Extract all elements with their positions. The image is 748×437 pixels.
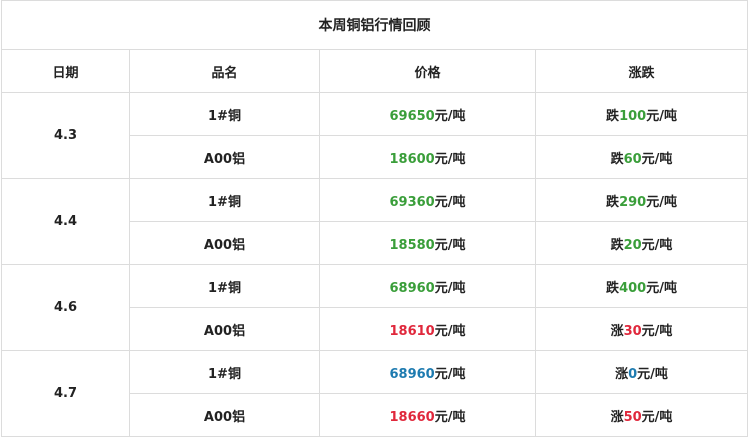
change-unit: 元/吨 [637, 366, 668, 382]
change-direction: 跌 [610, 151, 624, 167]
change-unit: 元/吨 [641, 237, 673, 253]
price-cell: 68960元/吨 [319, 350, 536, 394]
date-cell: 4.3 [1, 92, 130, 179]
price-unit: 元/吨 [434, 366, 466, 382]
price-cell: 18580元/吨 [319, 221, 536, 265]
price-value: 69360 [389, 194, 435, 210]
product-cell: 1#铜 [129, 178, 320, 222]
change-value: 100 [619, 108, 647, 124]
product-cell: A00铝 [129, 135, 320, 179]
market-review-table: 本周铜铝行情回顾 日期 品名 价格 涨跌 4.3 1#铜 69650元/吨 跌100元… [1, 0, 748, 437]
price-cell: 18600元/吨 [319, 135, 536, 179]
product-cell: A00铝 [129, 221, 320, 265]
product-cell: A00铝 [129, 307, 320, 351]
change-value: 400 [619, 280, 647, 296]
table-row: 4.3 1#铜 69650元/吨 跌100元/吨 [1, 92, 748, 179]
change-direction: 涨 [610, 409, 624, 425]
change-cell: 跌290元/吨 [535, 178, 748, 222]
date-cell: 4.6 [1, 264, 130, 351]
product-cell: A00铝 [129, 393, 320, 437]
date-cell: 4.4 [1, 178, 130, 265]
title-row: 本周铜铝行情回顾 [1, 0, 748, 50]
change-unit: 元/吨 [646, 194, 677, 210]
change-unit: 元/吨 [646, 108, 677, 124]
price-value: 18610 [389, 323, 435, 339]
price-unit: 元/吨 [434, 280, 466, 296]
product-cell: 1#铜 [129, 350, 320, 394]
header-product: 品名 [129, 49, 320, 93]
price-unit: 元/吨 [434, 108, 466, 124]
change-unit: 元/吨 [641, 409, 673, 425]
price-unit: 元/吨 [434, 237, 466, 253]
price-value: 18580 [389, 237, 435, 253]
change-direction: 跌 [606, 280, 620, 296]
price-value: 18600 [389, 151, 435, 167]
change-value: 50 [623, 409, 642, 425]
change-cell: 涨50元/吨 [535, 393, 748, 437]
change-unit: 元/吨 [641, 323, 673, 339]
price-unit: 元/吨 [434, 194, 466, 210]
change-direction: 跌 [610, 237, 624, 253]
table-row: 4.6 1#铜 68960元/吨 跌400元/吨 [1, 264, 748, 351]
product-cell: 1#铜 [129, 264, 320, 308]
change-cell: 涨0元/吨 [535, 350, 748, 394]
header-price: 价格 [319, 49, 536, 93]
page: 本周铜铝行情回顾 日期 品名 价格 涨跌 4.3 1#铜 69650元/吨 跌100元… [0, 0, 748, 437]
change-direction: 跌 [606, 194, 620, 210]
price-value: 68960 [389, 280, 435, 296]
table-title: 本周铜铝行情回顾 [1, 0, 748, 50]
change-value: 60 [623, 151, 642, 167]
change-value: 0 [628, 366, 638, 382]
change-direction: 跌 [606, 108, 620, 124]
price-unit: 元/吨 [434, 323, 466, 339]
change-cell: 跌400元/吨 [535, 264, 748, 308]
change-cell: 跌60元/吨 [535, 135, 748, 179]
price-cell: 18610元/吨 [319, 307, 536, 351]
price-value: 68960 [389, 366, 435, 382]
price-value: 69650 [389, 108, 435, 124]
date-cell: 4.7 [1, 350, 130, 437]
price-cell: 69360元/吨 [319, 178, 536, 222]
change-cell: 跌20元/吨 [535, 221, 748, 265]
change-direction: 涨 [610, 323, 624, 339]
price-unit: 元/吨 [434, 409, 466, 425]
product-cell: 1#铜 [129, 92, 320, 136]
price-cell: 69650元/吨 [319, 92, 536, 136]
header-change: 涨跌 [535, 49, 748, 93]
table-row: 4.4 1#铜 69360元/吨 跌290元/吨 [1, 178, 748, 265]
price-unit: 元/吨 [434, 151, 466, 167]
change-direction: 涨 [615, 366, 629, 382]
change-unit: 元/吨 [641, 151, 673, 167]
table-row: 4.7 1#铜 68960元/吨 涨0元/吨 [1, 350, 748, 437]
price-value: 18660 [389, 409, 435, 425]
change-cell: 涨30元/吨 [535, 307, 748, 351]
price-cell: 18660元/吨 [319, 393, 536, 437]
change-value: 20 [623, 237, 642, 253]
header-date: 日期 [1, 49, 130, 93]
change-cell: 跌100元/吨 [535, 92, 748, 136]
change-value: 30 [623, 323, 642, 339]
change-value: 290 [619, 194, 647, 210]
header-row: 日期 品名 价格 涨跌 [1, 49, 748, 93]
change-unit: 元/吨 [646, 280, 677, 296]
price-cell: 68960元/吨 [319, 264, 536, 308]
